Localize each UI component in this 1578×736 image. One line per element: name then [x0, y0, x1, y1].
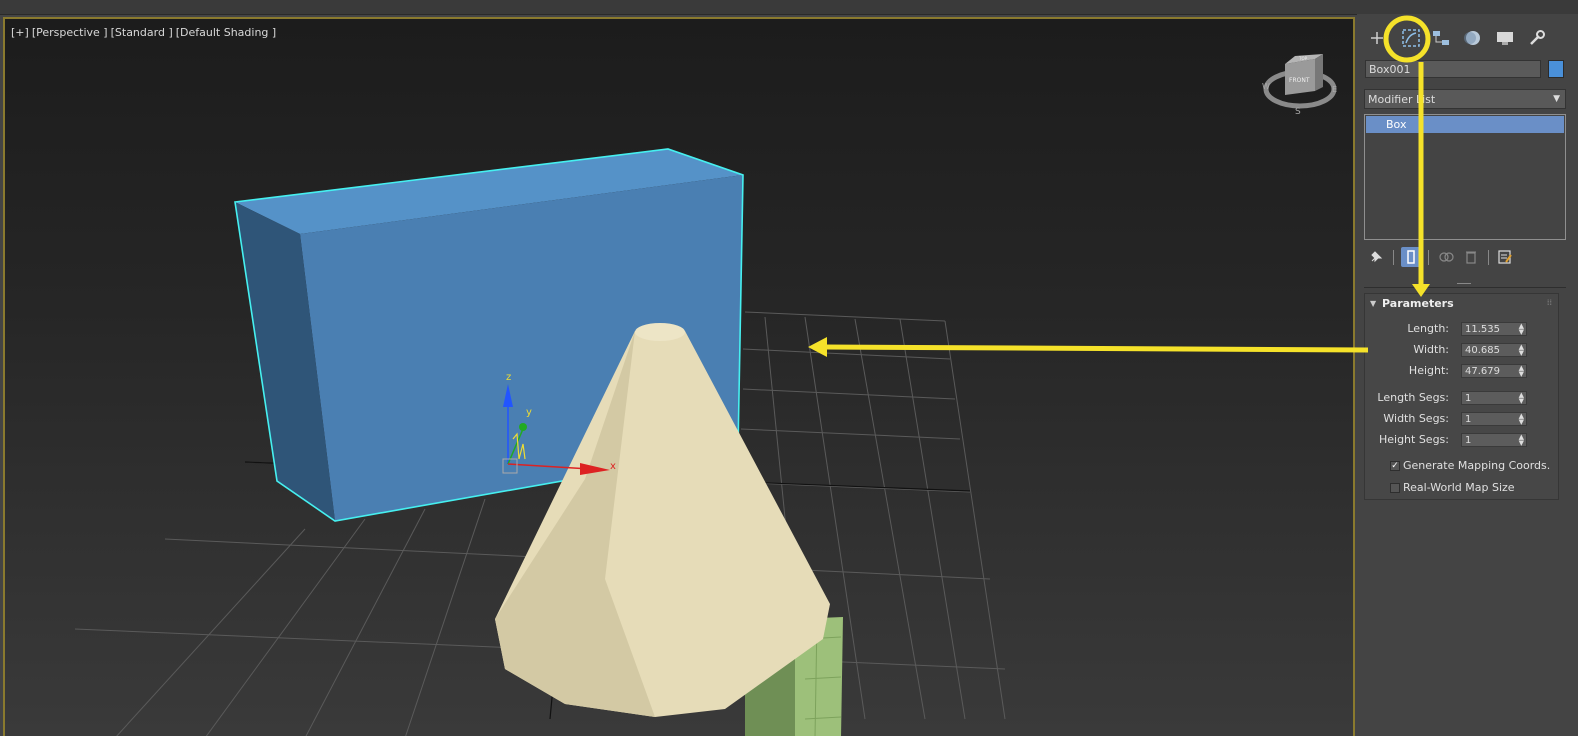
- modifier-list-label: Modifier List: [1368, 93, 1436, 106]
- height-segs-value: 1: [1465, 435, 1472, 446]
- spinner-arrows-icon[interactable]: ▲ ▼: [1519, 344, 1524, 357]
- parameters-rollout-title[interactable]: Parameters: [1382, 297, 1454, 310]
- spinner-arrows-icon[interactable]: ▲ ▼: [1519, 323, 1524, 336]
- viewport-standard-menu[interactable]: [Standard ]: [111, 26, 173, 39]
- modifier-stack[interactable]: Box: [1364, 114, 1566, 240]
- configure-modifier-sets-icon[interactable]: [1495, 247, 1515, 267]
- width-segs-value: 1: [1465, 414, 1472, 425]
- viewport-scene[interactable]: z y x FRONT TOP W E S: [5, 19, 1355, 736]
- gizmo-x-label: x: [610, 461, 616, 472]
- gizmo-z-label: z: [506, 372, 511, 383]
- height-label: Height:: [1408, 364, 1449, 377]
- length-segs-label: Length Segs:: [1377, 391, 1449, 404]
- utilities-icon[interactable]: [1525, 26, 1549, 50]
- viewport-shading-menu[interactable]: [Default Shading ]: [176, 26, 276, 39]
- remove-modifier-icon[interactable]: [1461, 247, 1481, 267]
- width-segs-label: Width Segs:: [1383, 412, 1449, 425]
- toolbar-separator: [1393, 250, 1394, 265]
- viewcube[interactable]: FRONT TOP W E S: [1262, 54, 1337, 117]
- length-segs-spinner[interactable]: 1 ▲ ▼: [1461, 391, 1527, 405]
- width-spinner[interactable]: 40.685 ▲ ▼: [1461, 343, 1527, 357]
- show-end-result-icon[interactable]: [1401, 247, 1421, 267]
- viewcube-front-label: FRONT: [1289, 77, 1310, 84]
- spinner-arrows-icon[interactable]: ▲ ▼: [1519, 434, 1524, 447]
- height-segs-spinner[interactable]: 1 ▲ ▼: [1461, 433, 1527, 447]
- viewport-plus-menu[interactable]: [+]: [11, 26, 29, 39]
- real-world-map-size-label[interactable]: Real-World Map Size: [1403, 481, 1515, 494]
- viewcube-w-label: W: [1262, 82, 1270, 91]
- stack-toolbar: [1364, 247, 1566, 269]
- motion-icon[interactable]: [1461, 26, 1485, 50]
- chevron-down-icon: ▼: [1553, 94, 1560, 104]
- toolbar-separator: [1428, 250, 1429, 265]
- viewcube-s-label: S: [1295, 107, 1301, 117]
- viewcube-top-label: TOP: [1298, 56, 1308, 61]
- length-label: Length:: [1407, 322, 1449, 335]
- viewport-pov-menu[interactable]: [Perspective ]: [32, 26, 108, 39]
- spinner-arrows-icon[interactable]: ▲ ▼: [1519, 365, 1524, 378]
- pin-stack-icon[interactable]: [1366, 247, 1386, 267]
- generate-mapping-coords-checkbox[interactable]: ✓: [1390, 461, 1400, 471]
- collapse-triangle-icon[interactable]: ▼: [1370, 299, 1376, 308]
- parameters-rollout: ▼ Parameters ⁞⁞ Length: 11.535 ▲ ▼ Width: …: [1364, 293, 1559, 500]
- viewcube-e-label: E: [1332, 85, 1337, 94]
- display-icon[interactable]: [1493, 26, 1517, 50]
- command-panel-tabs: [1365, 26, 1571, 52]
- object-color-swatch[interactable]: [1548, 60, 1564, 78]
- top-toolbar-strip: [0, 0, 1578, 15]
- length-value: 11.535: [1465, 324, 1500, 335]
- length-segs-value: 1: [1465, 393, 1472, 404]
- height-segs-label: Height Segs:: [1378, 433, 1449, 446]
- height-spinner[interactable]: 47.679 ▲ ▼: [1461, 364, 1527, 378]
- rollout-grip-icon: ⁞⁞: [1546, 298, 1552, 307]
- generate-mapping-coords-label[interactable]: Generate Mapping Coords.: [1403, 459, 1550, 472]
- width-segs-spinner[interactable]: 1 ▲ ▼: [1461, 412, 1527, 426]
- toolbar-separator: [1488, 250, 1489, 265]
- make-unique-icon[interactable]: [1436, 247, 1456, 267]
- panel-divider: [1364, 287, 1566, 288]
- perspective-viewport[interactable]: z y x FRONT TOP W E S [+] [Perspective ][…: [3, 17, 1355, 736]
- gizmo-y-label: y: [526, 407, 532, 418]
- modify-icon[interactable]: [1399, 26, 1423, 50]
- length-spinner[interactable]: 11.535 ▲ ▼: [1461, 322, 1527, 336]
- width-label: Width:: [1413, 343, 1449, 356]
- real-world-map-size-checkbox[interactable]: [1390, 483, 1400, 493]
- object-name-field[interactable]: Box001: [1365, 60, 1541, 78]
- height-value: 47.679: [1465, 366, 1500, 377]
- spinner-arrows-icon[interactable]: ▲ ▼: [1519, 413, 1524, 426]
- viewport-label-menu: [+] [Perspective ] [Standard ] [Default Sha…: [11, 26, 279, 39]
- spinner-arrows-icon[interactable]: ▲ ▼: [1519, 392, 1524, 405]
- stack-item-box[interactable]: Box: [1366, 116, 1564, 133]
- hierarchy-icon[interactable]: [1429, 26, 1453, 50]
- create-icon[interactable]: [1365, 26, 1389, 50]
- width-value: 40.685: [1465, 345, 1500, 356]
- modifier-list-dropdown[interactable]: Modifier List ▼: [1364, 89, 1566, 109]
